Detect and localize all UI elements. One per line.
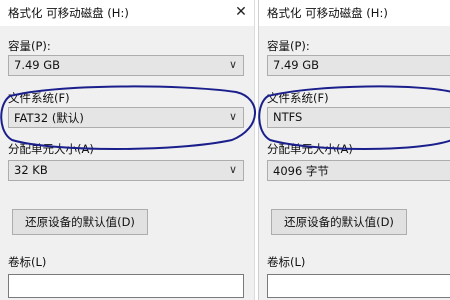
- filesystem-label: 文件系统(F): [8, 91, 70, 105]
- chevron-down-icon: ∨: [228, 163, 237, 176]
- screenshot-stage: 格式化 可移动磁盘 (H:) ✕ 容量(P): 7.49 GB ∨ 文件系统(F…: [0, 0, 450, 300]
- allocation-unit-label: 分配单元大小(A): [8, 142, 94, 156]
- volume-label: 卷标(L): [267, 255, 306, 269]
- volume-label: 卷标(L): [8, 255, 47, 269]
- capacity-value: 7.49 GB: [273, 58, 320, 72]
- capacity-value: 7.49 GB: [14, 58, 61, 72]
- title-bar: 格式化 可移动磁盘 (H:): [259, 0, 450, 26]
- filesystem-dropdown[interactable]: FAT32 (默认) ∨: [8, 107, 244, 128]
- allocation-unit-dropdown[interactable]: 32 KB ∨: [8, 160, 244, 181]
- allocation-unit-dropdown[interactable]: 4096 字节: [267, 160, 450, 181]
- filesystem-dropdown[interactable]: NTFS: [267, 107, 450, 128]
- chevron-down-icon: ∨: [228, 58, 237, 71]
- restore-defaults-button[interactable]: 还原设备的默认值(D): [271, 209, 407, 235]
- allocation-unit-value: 32 KB: [14, 163, 48, 177]
- capacity-dropdown[interactable]: 7.49 GB: [267, 55, 450, 76]
- restore-defaults-button[interactable]: 还原设备的默认值(D): [12, 209, 148, 235]
- allocation-unit-value: 4096 字节: [273, 164, 329, 178]
- capacity-dropdown[interactable]: 7.49 GB ∨: [8, 55, 244, 76]
- volume-label-input[interactable]: [8, 274, 244, 298]
- filesystem-value: FAT32 (默认): [14, 111, 84, 125]
- volume-label-input[interactable]: [267, 274, 450, 298]
- capacity-label: 容量(P):: [267, 39, 310, 53]
- allocation-unit-label: 分配单元大小(A): [267, 142, 353, 156]
- title-bar: 格式化 可移动磁盘 (H:) ✕: [0, 0, 254, 26]
- filesystem-value: NTFS: [273, 110, 303, 124]
- capacity-label: 容量(P):: [8, 39, 51, 53]
- chevron-down-icon: ∨: [228, 110, 237, 123]
- format-dialog-left: 格式化 可移动磁盘 (H:) ✕ 容量(P): 7.49 GB ∨ 文件系统(F…: [0, 0, 255, 300]
- window-title: 格式化 可移动磁盘 (H:): [8, 6, 129, 20]
- window-title: 格式化 可移动磁盘 (H:): [267, 6, 388, 20]
- format-dialog-right: 格式化 可移动磁盘 (H:) 容量(P): 7.49 GB 文件系统(F) NT…: [258, 0, 450, 300]
- close-icon[interactable]: ✕: [233, 4, 249, 20]
- filesystem-label: 文件系统(F): [267, 91, 329, 105]
